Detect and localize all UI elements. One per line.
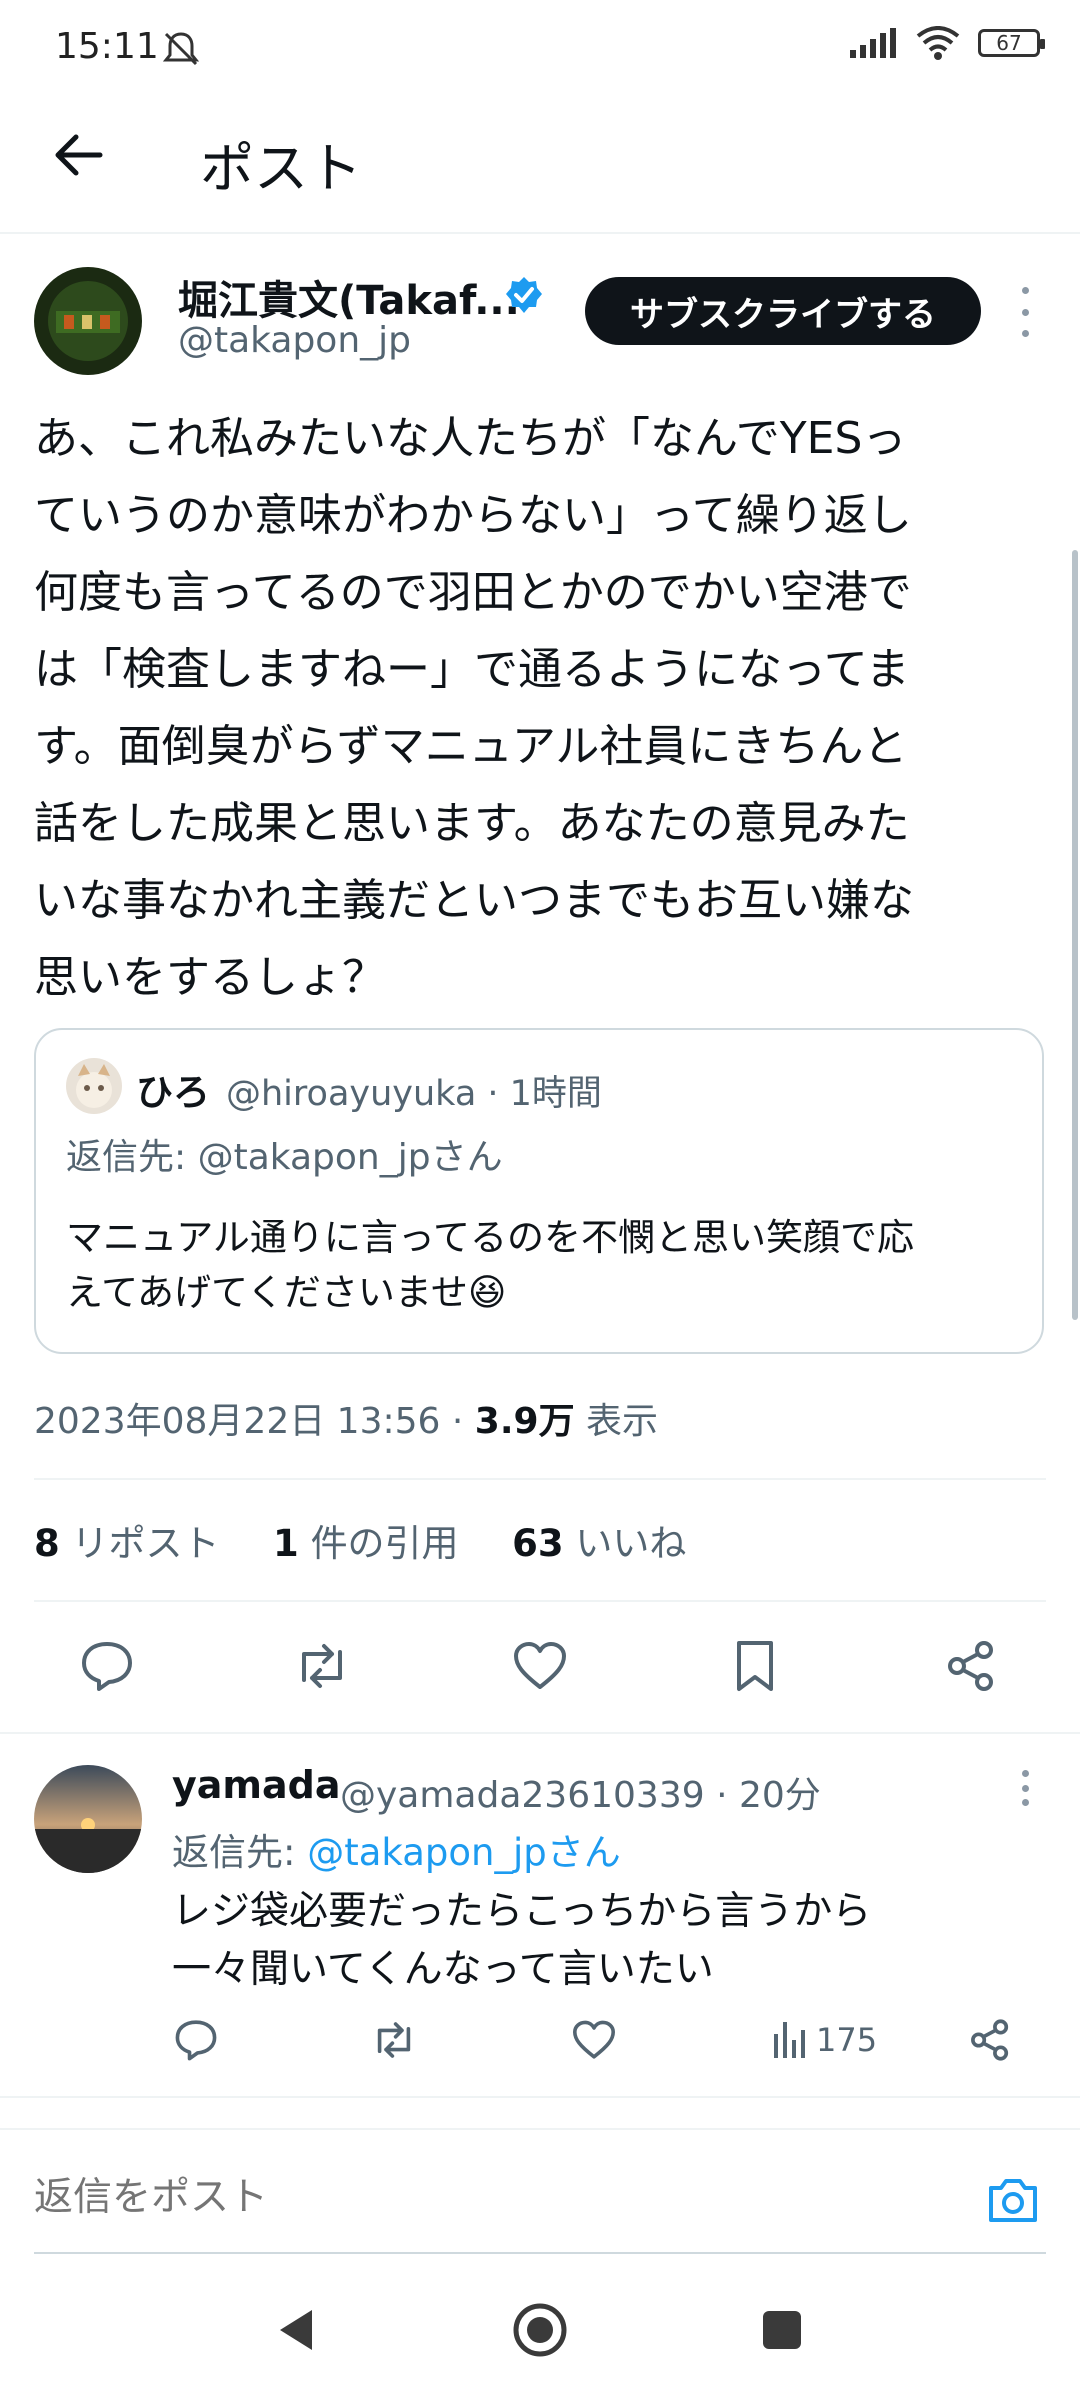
reply-icon[interactable] bbox=[75, 1634, 139, 1698]
author-name[interactable]: 堀江貴文(Takaf... bbox=[178, 268, 520, 326]
status-time: 15:11 bbox=[55, 26, 159, 67]
nav-recents-icon[interactable] bbox=[752, 2300, 812, 2360]
status-icons: 67 bbox=[850, 26, 1045, 60]
tweet-meta: 2023年08月22日 13:56 · 3.9万 表示 bbox=[34, 1392, 658, 1444]
header-divider bbox=[0, 232, 1080, 234]
reply-views-count: 175 bbox=[816, 2021, 878, 2059]
subscribe-button[interactable]: サブスクライブする bbox=[585, 277, 981, 345]
quote-avatar bbox=[66, 1058, 122, 1114]
reply-repost-icon[interactable] bbox=[364, 2010, 424, 2070]
reply-like-icon[interactable] bbox=[564, 2010, 624, 2070]
bookmark-icon[interactable] bbox=[723, 1634, 787, 1698]
reply-more-icon[interactable] bbox=[1015, 1770, 1035, 1806]
reply-reply-icon[interactable] bbox=[166, 2010, 226, 2070]
quote-handle-time: @hiroayuyuka · 1時間 bbox=[226, 1074, 602, 1114]
quote-reply-to: 返信先: @takapon_jpさん bbox=[66, 1137, 503, 1178]
reply-box-top-divider bbox=[0, 2128, 1080, 2130]
views-icon bbox=[774, 2022, 805, 2058]
page-title: ポスト bbox=[200, 137, 362, 200]
reply-box-underline bbox=[34, 2252, 1046, 2254]
nav-home-icon[interactable] bbox=[510, 2300, 570, 2360]
reply-handle-time: @yamada23610339 · 20分 bbox=[340, 1775, 821, 1816]
quotes-stat[interactable]: 1 件の引用 bbox=[273, 1522, 459, 1565]
tweet-date: 2023年08月22日 13:56 bbox=[34, 1401, 441, 1442]
camera-icon[interactable] bbox=[985, 2172, 1041, 2228]
author-avatar[interactable] bbox=[34, 267, 142, 375]
signal-icon bbox=[850, 28, 896, 58]
mute-notifications-icon bbox=[162, 32, 200, 66]
reply-divider bbox=[0, 2096, 1080, 2098]
quote-author-name: ひろ bbox=[136, 1071, 210, 1114]
more-icon[interactable] bbox=[1015, 287, 1035, 337]
reply-views[interactable]: 175 bbox=[772, 2020, 877, 2060]
author-handle[interactable]: @takapon_jp bbox=[178, 320, 411, 361]
quote-text: マニュアル通りに言ってるのを不憫と思い笑顔で応 えてあげてくださいませ😆 bbox=[66, 1216, 915, 1314]
stats-divider bbox=[34, 1600, 1046, 1602]
like-icon[interactable] bbox=[508, 1634, 572, 1698]
tweet-text: あ、これ私みたいな人たちが「なんでYESっ ていうのか意味がわからない」って繰り… bbox=[34, 413, 914, 1003]
meta-separator: · bbox=[451, 1401, 464, 1442]
reposts-stat[interactable]: 8 リポスト bbox=[34, 1522, 220, 1565]
views-count: 3.9万 bbox=[474, 1401, 575, 1442]
likes-stat[interactable]: 63 いいね bbox=[512, 1522, 686, 1565]
back-arrow-icon[interactable] bbox=[48, 125, 108, 185]
reply-to-link[interactable]: @takapon_jpさん bbox=[307, 1831, 620, 1874]
repost-icon[interactable] bbox=[290, 1634, 354, 1698]
tweet-stats: 8 リポスト 1 件の引用 63 いいね bbox=[34, 1513, 686, 1567]
battery-icon: 67 bbox=[978, 29, 1045, 57]
reply-author-avatar[interactable] bbox=[34, 1765, 142, 1873]
reply-input[interactable] bbox=[34, 2175, 934, 2220]
wifi-icon bbox=[916, 26, 960, 60]
meta-divider bbox=[34, 1478, 1046, 1480]
reply-reply-to: 返信先: @takapon_jpさん bbox=[172, 1831, 621, 1874]
verified-badge-icon bbox=[506, 277, 542, 313]
scrollbar[interactable] bbox=[1072, 550, 1078, 1320]
nav-back-icon[interactable] bbox=[266, 2300, 326, 2360]
views-label: 表示 bbox=[586, 1401, 659, 1442]
share-icon[interactable] bbox=[939, 1634, 1003, 1698]
actions-divider bbox=[0, 1732, 1080, 1734]
reply-text: レジ袋必要だったらこっちから言うから 一々聞いてくんなって言いたい bbox=[172, 1889, 872, 1992]
reply-author-name[interactable]: yamada bbox=[172, 1763, 341, 1807]
reply-share-icon[interactable] bbox=[960, 2010, 1020, 2070]
